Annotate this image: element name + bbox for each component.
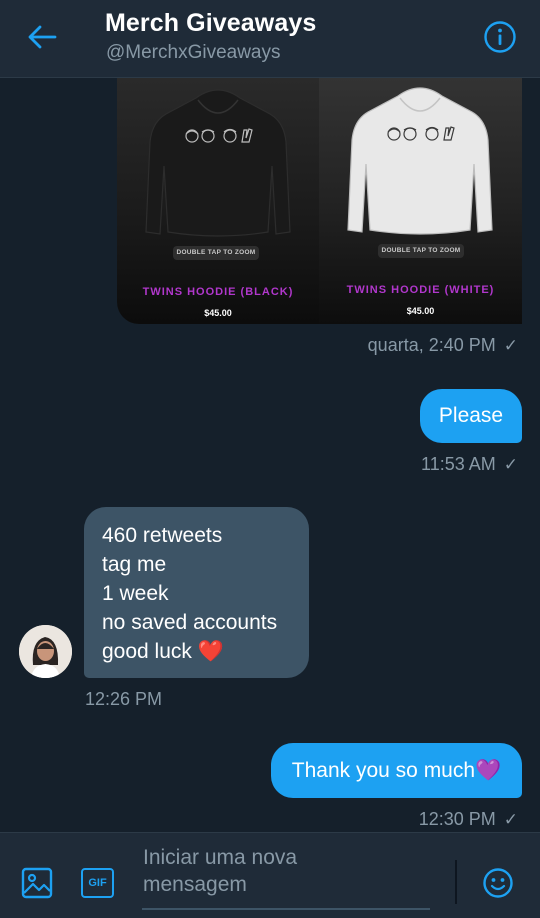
checkmark-icon: ✓ [503,454,518,474]
checkmark-icon: ✓ [503,809,518,829]
product-price: $45.00 [204,308,232,318]
gif-icon: GIF [88,877,107,889]
timestamp-text: 12:30 PM [418,809,496,829]
message-timestamp: 12:26 PM [85,689,162,710]
white-hoodie-image [347,87,493,235]
emoji-button[interactable] [482,867,514,904]
message-line: tag me [102,553,167,576]
back-button[interactable] [22,20,62,54]
product-panel-black: DOUBLE TAP TO ZOOM TWINS HOODIE (BLACK) … [117,78,319,324]
message-text: Please [438,404,504,427]
conversation-header: Merch Giveaways @MerchxGiveaways [0,0,540,78]
smiley-icon [483,868,513,898]
product-name: TWINS HOODIE (WHITE) [346,284,495,296]
message-input[interactable]: Iniciar uma nova mensagem [143,844,343,898]
message-line: good luck [102,640,192,663]
message-line: 1 week [102,582,169,605]
composer-divider [455,860,457,904]
outgoing-message-bubble[interactable]: Please [420,389,522,443]
conversation-handle[interactable]: @MerchxGiveaways [106,42,281,64]
black-hoodie-image [145,89,291,237]
user-avatar-image [19,625,72,678]
message-composer: GIF Iniciar uma nova mensagem [0,832,540,918]
arrow-left-icon [28,25,57,49]
conversation-title[interactable]: Merch Giveaways [105,9,316,38]
checkmark-icon: ✓ [503,335,518,355]
purple-heart-emoji: 💜 [475,758,502,782]
info-button[interactable] [483,20,517,54]
zoom-hint: DOUBLE TAP TO ZOOM [378,244,464,258]
message-timestamp: 12:30 PM ✓ [419,809,518,830]
message-line: 460 retweets [102,524,223,547]
product-panel-white: DOUBLE TAP TO ZOOM TWINS HOODIE (WHITE) … [319,78,522,324]
message-timestamp: 11:53 AM ✓ [421,454,518,475]
gif-button[interactable]: GIF [81,868,114,898]
incoming-message-bubble[interactable]: 460 retweets tag me 1 week no saved acco… [84,507,309,678]
heart-emoji: ❤️ [197,640,224,663]
input-underline [142,908,430,910]
add-image-button[interactable] [21,867,53,904]
timestamp-text: 11:53 AM [421,454,496,474]
zoom-hint: DOUBLE TAP TO ZOOM [173,246,259,260]
message-text: Thank you so much [291,758,476,782]
message-line-last: good luck ❤️ [102,637,291,666]
product-image-message[interactable]: DOUBLE TAP TO ZOOM TWINS HOODIE (BLACK) … [117,78,522,324]
message-line: no saved accounts [102,611,278,634]
image-icon [21,867,53,899]
outgoing-message-bubble[interactable]: Thank you so much 💜 [271,743,522,798]
timestamp-text: 12:26 PM [85,689,163,709]
timestamp-text: quarta, 2:40 PM [367,335,496,355]
avatar[interactable] [19,625,72,678]
product-name: TWINS HOODIE (BLACK) [142,286,294,298]
info-circle-icon [484,21,516,53]
message-timestamp: quarta, 2:40 PM ✓ [368,335,518,356]
product-price: $45.00 [406,306,435,316]
